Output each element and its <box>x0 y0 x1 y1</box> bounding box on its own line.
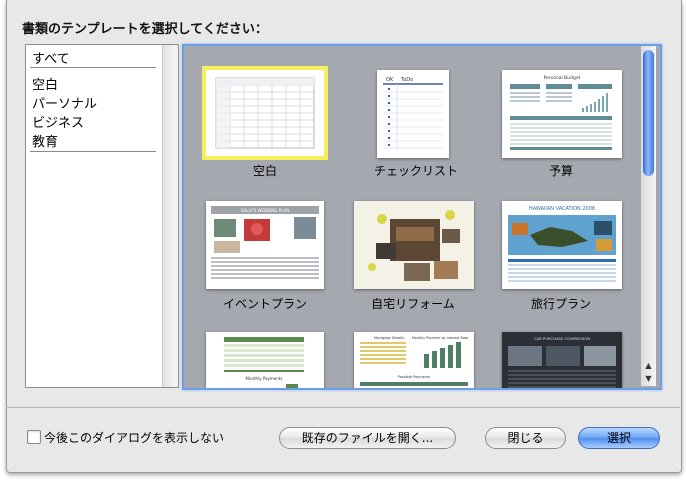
category-list-scrollbar[interactable] <box>162 45 178 387</box>
category-all[interactable]: すべて <box>32 48 70 67</box>
dont-show-again-label[interactable]: 今後このダイアログを表示しない <box>44 429 224 446</box>
dialog-prompt: 書類のテンプレートを選択してください： <box>22 22 268 37</box>
car-comparison-preview: CAR PURCHASE COMPARISON <box>502 332 622 388</box>
gallery-scrollbar[interactable]: ▲ ▼ <box>641 46 656 386</box>
template-thumbnail[interactable]: OK ToDo <box>377 70 449 158</box>
template-label: イベントプラン <box>222 297 307 311</box>
template-thumbnail[interactable]: SALLY'S WEDDING PLAN <box>206 201 324 289</box>
template-thumbnail[interactable]: HAWAIIAN VACATION 2008 <box>502 201 622 289</box>
svg-text:Monthly Payment by Interest Ra: Monthly Payment by Interest Rate <box>412 336 468 340</box>
svg-text:CAR PURCHASE COMPARISON: CAR PURCHASE COMPARISON <box>534 336 590 341</box>
dialog-divider <box>6 407 680 408</box>
template-thumbnail[interactable]: Mortgage Details Monthly Payment by Inte… <box>354 332 474 388</box>
template-gallery: 空白 OK ToDo チェックリスト Personal Budget 予算 SA… <box>182 44 662 390</box>
svg-text:Mortgage Details: Mortgage Details <box>374 336 404 340</box>
svg-text:Monthly Payments: Monthly Payments <box>246 376 283 381</box>
event-plan-preview: SALLY'S WEDDING PLAN <box>211 206 319 279</box>
checklist-ok-header: OK <box>386 77 394 83</box>
scroll-up-arrow-icon[interactable]: ▲ <box>643 360 654 371</box>
template-thumbnail[interactable]: Personal Budget <box>502 70 622 158</box>
category-education[interactable]: 教育 <box>32 131 58 150</box>
open-existing-file-button[interactable]: 既存のファイルを開く... <box>279 427 456 449</box>
category-separator <box>30 151 156 152</box>
category-list: すべて 空白 パーソナル ビジネス 教育 <box>25 44 179 388</box>
template-thumbnail[interactable] <box>354 201 474 289</box>
loan-comparison-preview: Monthly Payments <box>224 337 304 388</box>
category-separator <box>30 67 156 68</box>
select-button[interactable]: 選択 <box>578 427 660 449</box>
gallery-scroll-thumb[interactable] <box>643 50 654 176</box>
template-thumbnail[interactable]: CAR PURCHASE COMPARISON <box>502 332 622 388</box>
template-label: 自宅リフォーム <box>371 297 455 311</box>
checklist-preview: OK ToDo <box>383 77 443 150</box>
svg-text:HAWAIIAN VACATION 2008: HAWAIIAN VACATION 2008 <box>529 206 595 212</box>
svg-text:ToDo: ToDo <box>400 77 413 83</box>
svg-text:SALLY'S WEDDING PLAN: SALLY'S WEDDING PLAN <box>241 208 289 213</box>
template-label: 旅行プラン <box>530 297 591 311</box>
blank-grid-preview <box>215 77 315 149</box>
template-thumbnail[interactable]: Monthly Payments <box>206 332 324 388</box>
svg-text:Personal Budget: Personal Budget <box>544 75 581 81</box>
dont-show-again-checkbox[interactable] <box>27 430 41 444</box>
mortgage-preview: Mortgage Details Monthly Payment by Inte… <box>360 336 468 386</box>
travel-plan-preview: HAWAIIAN VACATION 2008 <box>502 201 622 289</box>
category-personal[interactable]: パーソナル <box>32 93 97 112</box>
svg-text:Possible Payments: Possible Payments <box>398 375 431 379</box>
template-thumbnail[interactable] <box>202 66 328 160</box>
template-label: 予算 <box>548 164 573 178</box>
category-blank[interactable]: 空白 <box>32 74 58 93</box>
scroll-down-arrow-icon[interactable]: ▼ <box>643 373 654 384</box>
category-business[interactable]: ビジネス <box>32 112 84 131</box>
template-label: チェックリスト <box>373 164 458 178</box>
close-button[interactable]: 閉じる <box>485 427 566 449</box>
template-label: 空白 <box>252 164 277 178</box>
home-remodel-preview <box>354 201 474 289</box>
budget-preview: Personal Budget <box>510 75 612 150</box>
